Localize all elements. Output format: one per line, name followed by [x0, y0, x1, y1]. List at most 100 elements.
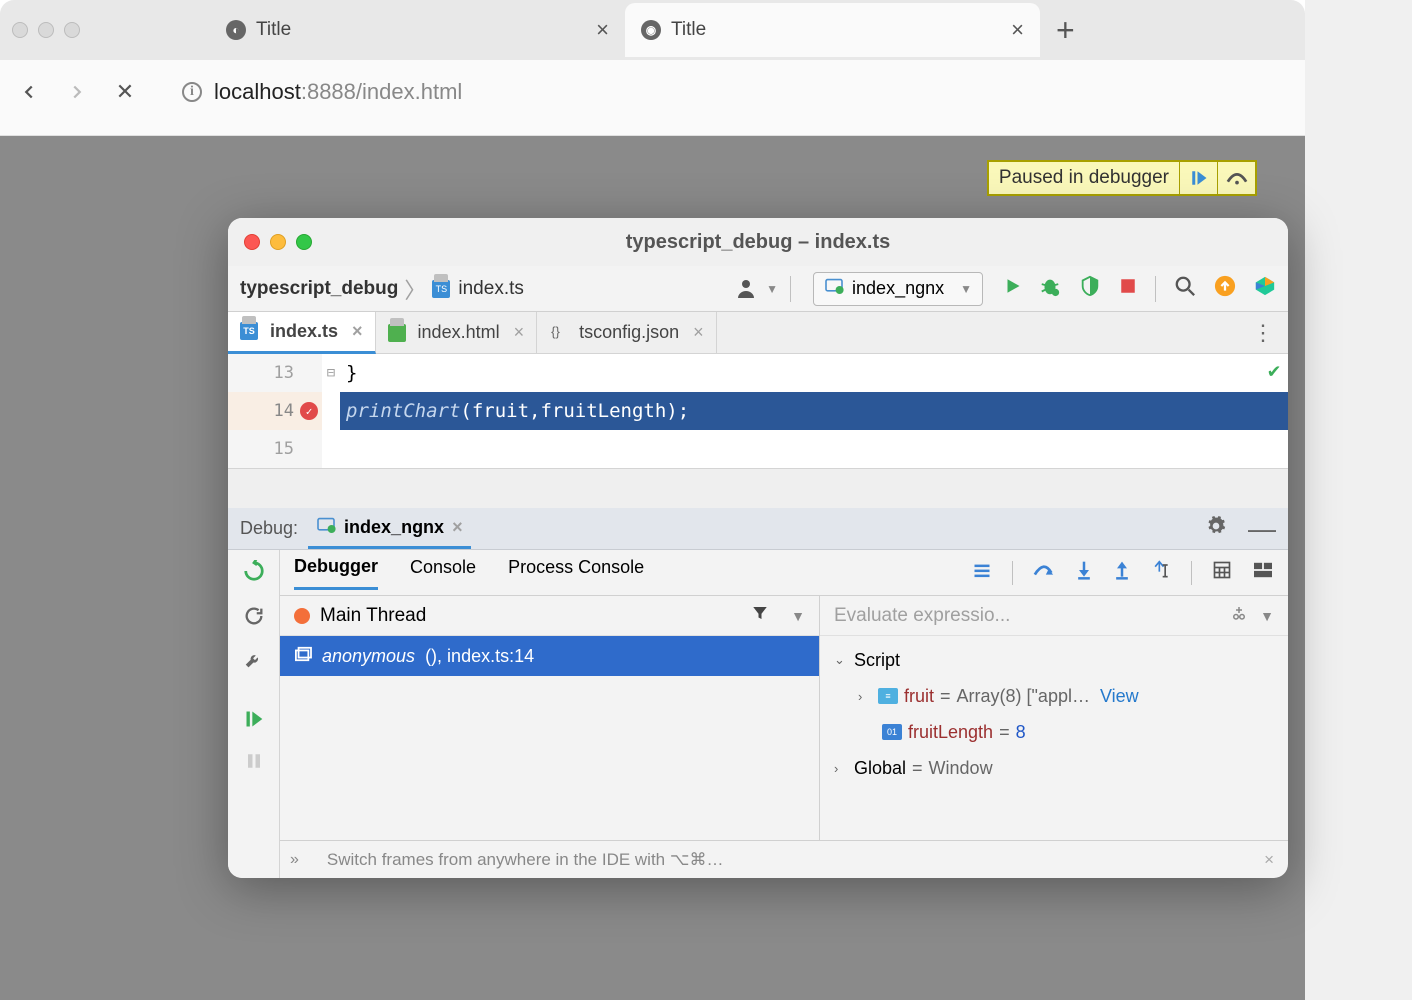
- breadcrumb[interactable]: typescript_debug 〉 TS index.ts: [240, 273, 524, 305]
- chevron-down-icon[interactable]: ▼: [1260, 608, 1274, 624]
- run-config-icon: [316, 517, 336, 538]
- update-icon[interactable]: [1214, 275, 1236, 302]
- info-icon[interactable]: i: [182, 82, 202, 102]
- evaluate-icon[interactable]: [1212, 560, 1232, 585]
- variable-tree: ⌄ Script › ≡ fruit = Array(8) ["appl…: [820, 636, 1288, 792]
- toolbar-actions: [1003, 275, 1276, 302]
- gear-icon[interactable]: [1206, 516, 1226, 542]
- run-config-icon: [824, 278, 844, 299]
- step-over-icon[interactable]: [1033, 561, 1055, 584]
- stop-button[interactable]: [1119, 277, 1137, 300]
- new-tab-button[interactable]: +: [1040, 12, 1091, 49]
- add-watch-icon[interactable]: [1230, 604, 1248, 628]
- expand-icon[interactable]: ›: [858, 689, 872, 704]
- stack-frame[interactable]: anonymous(), index.ts:14: [280, 636, 819, 676]
- close-icon[interactable]: ×: [352, 321, 363, 342]
- window-maximize[interactable]: [64, 22, 80, 38]
- breadcrumb-project: typescript_debug: [240, 278, 398, 300]
- editor-tab-index-html[interactable]: index.html ×: [376, 312, 538, 354]
- equals: =: [912, 758, 923, 779]
- coverage-button[interactable]: [1079, 275, 1101, 302]
- window-maximize[interactable]: [296, 234, 312, 250]
- close-icon[interactable]: ×: [693, 322, 704, 343]
- browser-tab-1[interactable]: ◐ Title ×: [210, 3, 625, 57]
- var-name: fruitLength: [908, 722, 993, 743]
- resume-button[interactable]: [244, 709, 264, 734]
- var-fruit[interactable]: › ≡ fruit = Array(8) ["appl… View: [820, 678, 1288, 714]
- search-icon[interactable]: [1174, 275, 1196, 302]
- code-text: printChart(fruit,fruitLength);: [340, 392, 1288, 430]
- forward-button[interactable]: [66, 81, 88, 103]
- more-icon[interactable]: »: [290, 851, 313, 869]
- breadcrumb-file: index.ts: [458, 278, 523, 300]
- resume-button[interactable]: [1179, 162, 1217, 194]
- close-icon[interactable]: ×: [1011, 17, 1024, 43]
- tab-debugger[interactable]: Debugger: [294, 556, 378, 590]
- browser-tab-2[interactable]: ◉ Title ×: [625, 3, 1040, 57]
- editor-line-14: 14 printChart(fruit,fruitLength);: [228, 392, 1288, 430]
- close-icon[interactable]: ×: [514, 322, 525, 343]
- browser-window: ◐ Title × ◉ Title × + ✕ i localhost:8888…: [0, 0, 1305, 1000]
- view-link[interactable]: View: [1100, 686, 1139, 707]
- expand-icon[interactable]: ›: [834, 761, 848, 776]
- debug-session-tab[interactable]: index_ngnx ×: [308, 508, 471, 549]
- code-editor[interactable]: ✔ 13 ⊟ } 14 printChart(fruit,fruitLength…: [228, 354, 1288, 468]
- step-out-icon[interactable]: [1113, 560, 1131, 585]
- user-icon[interactable]: [736, 277, 760, 301]
- window-close[interactable]: [12, 22, 28, 38]
- chevron-right-icon: 〉: [404, 273, 426, 305]
- paused-banner: Paused in debugger: [987, 160, 1257, 196]
- evaluate-header[interactable]: Evaluate expressio... ▼: [820, 596, 1288, 636]
- more-options-icon[interactable]: ⋮: [1238, 320, 1288, 346]
- pause-button[interactable]: [245, 752, 263, 775]
- editor-tab-index-ts[interactable]: TS index.ts ×: [228, 312, 376, 354]
- rerun-button[interactable]: [243, 560, 265, 587]
- browser-navbar: ✕ i localhost:8888/index.html: [0, 60, 1305, 136]
- ide-title: typescript_debug – index.ts: [244, 231, 1272, 254]
- divider: [1155, 276, 1156, 302]
- run-config-name: index_ngnx: [852, 278, 944, 299]
- breakpoint-icon[interactable]: [300, 402, 318, 420]
- favicon-icon: ◐: [226, 20, 246, 40]
- step-into-icon[interactable]: [1075, 560, 1093, 585]
- debug-button[interactable]: [1039, 275, 1061, 302]
- frames-pane: Main Thread ▼ anonymous(), index.ts:14: [280, 596, 820, 840]
- close-icon[interactable]: ×: [452, 517, 463, 538]
- minimize-icon[interactable]: —: [1248, 513, 1276, 545]
- jetbrains-icon[interactable]: [1254, 275, 1276, 302]
- window-close[interactable]: [244, 234, 260, 250]
- reload-button[interactable]: [243, 605, 265, 632]
- close-icon[interactable]: ×: [596, 17, 609, 43]
- html-file-icon: [388, 324, 406, 342]
- thread-header[interactable]: Main Thread ▼: [280, 596, 819, 636]
- divider: [1191, 561, 1192, 585]
- url-bar[interactable]: i localhost:8888/index.html: [182, 79, 462, 105]
- run-to-cursor-icon[interactable]: [1151, 560, 1171, 585]
- editor-tab-tsconfig[interactable]: tsconfig.json ×: [537, 312, 717, 354]
- expand-icon[interactable]: ⌄: [834, 652, 848, 668]
- fold-column: [322, 392, 340, 430]
- wrench-icon[interactable]: [243, 650, 265, 677]
- tab-process-console[interactable]: Process Console: [508, 557, 644, 588]
- back-button[interactable]: [18, 81, 40, 103]
- window-minimize[interactable]: [38, 22, 54, 38]
- close-icon[interactable]: ×: [1264, 850, 1274, 870]
- var-fruitlength[interactable]: 01 fruitLength = 8: [820, 714, 1288, 750]
- tip-text: Switch frames from anywhere in the IDE w…: [327, 850, 724, 870]
- chevron-down-icon[interactable]: ▼: [766, 282, 778, 296]
- var-scope-global[interactable]: › Global = Window: [820, 750, 1288, 786]
- window-minimize[interactable]: [270, 234, 286, 250]
- step-button[interactable]: [1217, 162, 1255, 194]
- chevron-down-icon[interactable]: ▼: [791, 608, 805, 624]
- layout-icon[interactable]: [1252, 561, 1274, 584]
- run-config-dropdown[interactable]: index_ngnx ▼: [813, 272, 983, 306]
- run-button[interactable]: [1003, 276, 1021, 301]
- tab-console[interactable]: Console: [410, 557, 476, 588]
- var-scope-script[interactable]: ⌄ Script: [820, 642, 1288, 678]
- filter-icon[interactable]: [751, 604, 769, 627]
- step-controls: [972, 560, 1274, 585]
- fold-icon[interactable]: ⊟: [322, 354, 340, 392]
- stop-button[interactable]: ✕: [114, 81, 136, 103]
- show-exec-point-icon[interactable]: [972, 562, 992, 583]
- inspection-ok-icon[interactable]: ✔: [1268, 358, 1280, 382]
